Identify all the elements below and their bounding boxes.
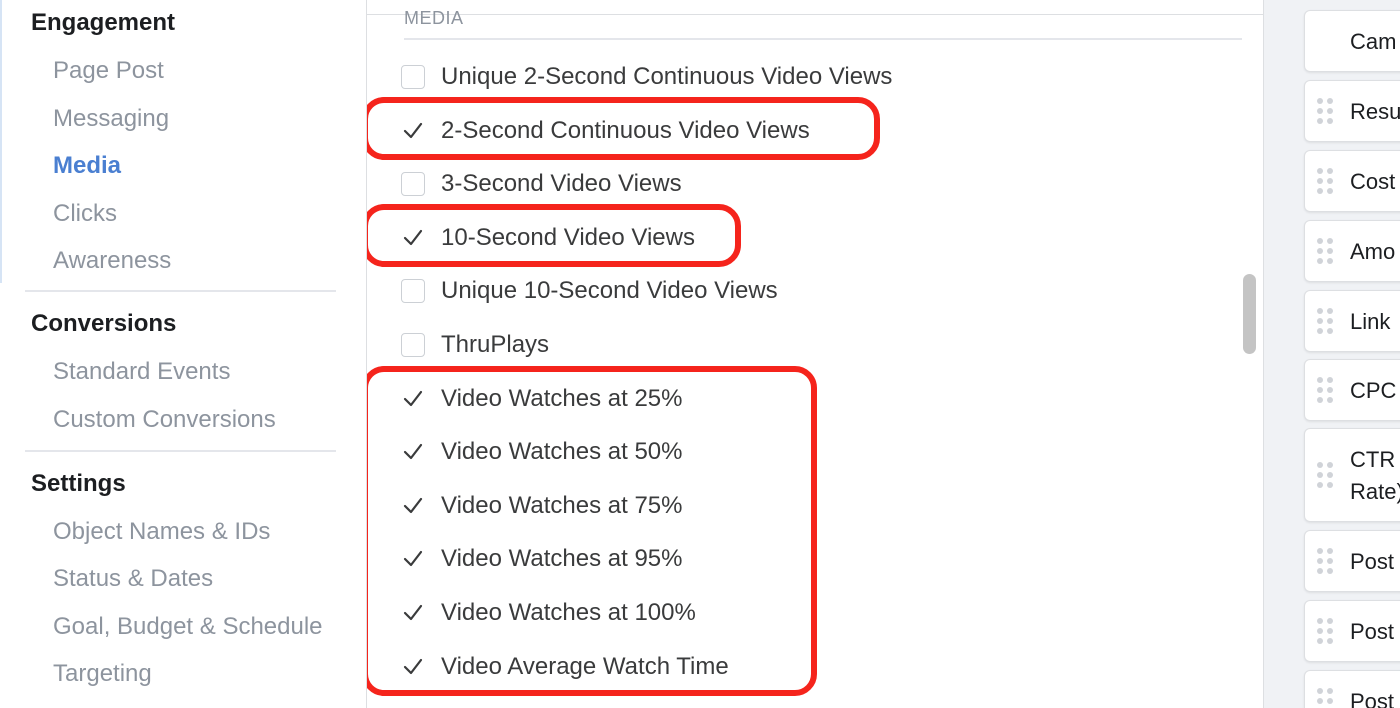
sidebar-accent-line: [0, 0, 2, 283]
metric-label: 10-Second Video Views: [441, 224, 695, 251]
metric-label: Video Watches at 50%: [441, 438, 683, 465]
metric-checkbox-row[interactable]: Video Average Watch Time: [401, 647, 729, 687]
sidebar-divider: [25, 290, 336, 292]
checkbox-checked[interactable]: [401, 601, 425, 625]
drag-handle-icon[interactable]: [1317, 98, 1333, 124]
drag-handle-icon[interactable]: [1317, 688, 1333, 708]
drag-handle-icon[interactable]: [1317, 462, 1333, 488]
column-card-label: Rate): [1350, 479, 1400, 504]
sidebar-item-media[interactable]: Media: [53, 152, 121, 180]
section-heading-conversions: Conversions: [31, 310, 177, 337]
sidebar-item-goal-budget-schedule[interactable]: Goal, Budget & Schedule: [53, 613, 323, 641]
sidebar-item-custom-conversions[interactable]: Custom Conversions: [53, 406, 276, 434]
column-card-label: CPC: [1350, 378, 1397, 403]
metric-checkbox-row[interactable]: 2-Second Continuous Video Views: [401, 111, 810, 151]
sidebar-item-standard-events[interactable]: Standard Events: [53, 358, 230, 386]
checkbox-checked[interactable]: [401, 547, 425, 571]
drag-handle-icon[interactable]: [1317, 168, 1333, 194]
metrics-checklist-panel: MEDIA Unique 2-Second Continuous Video V…: [367, 0, 1263, 708]
sidebar-item-awareness[interactable]: Awareness: [53, 247, 171, 275]
media-section-rule: [404, 38, 1242, 40]
checkbox-unchecked[interactable]: [401, 65, 425, 89]
selected-columns-panel: Cam Resu Cost Amo Link CPC CTR Rate) Post Post Pos…: [1264, 0, 1400, 708]
sidebar-item-clicks[interactable]: Clicks: [53, 200, 117, 228]
column-card[interactable]: CPC: [1304, 359, 1400, 421]
panel-top-rule: [367, 14, 1263, 15]
metric-checkbox-row[interactable]: 10-Second Video Views: [401, 218, 695, 258]
metric-checkbox-row[interactable]: 3-Second Video Views: [401, 164, 682, 204]
drag-handle-icon[interactable]: [1317, 548, 1333, 574]
metric-label: Video Watches at 25%: [441, 385, 683, 412]
sidebar-divider: [25, 450, 336, 452]
checkbox-checked[interactable]: [401, 494, 425, 518]
drag-handle-icon[interactable]: [1317, 618, 1333, 644]
drag-handle-icon[interactable]: [1317, 377, 1333, 403]
metric-checkbox-row[interactable]: Unique 2-Second Continuous Video Views: [401, 57, 892, 97]
column-card-label: Cost: [1350, 169, 1396, 194]
metric-label: Video Watches at 75%: [441, 492, 683, 519]
column-card-label: Post: [1350, 619, 1395, 644]
column-card-label: Cam: [1350, 29, 1397, 54]
metric-label: Video Watches at 95%: [441, 545, 683, 572]
scrollbar-thumb[interactable]: [1243, 274, 1256, 354]
checkbox-checked[interactable]: [401, 440, 425, 464]
checkbox-checked[interactable]: [401, 119, 425, 143]
column-card-label: Link: [1350, 309, 1391, 334]
column-card-label: Resu: [1350, 99, 1400, 124]
metric-label: ThruPlays: [441, 331, 550, 358]
checkbox-checked[interactable]: [401, 655, 425, 679]
metric-label: Unique 10-Second Video Views: [441, 277, 778, 304]
sidebar-item-targeting[interactable]: Targeting: [53, 660, 152, 688]
checkbox-unchecked[interactable]: [401, 172, 425, 196]
metric-checkbox-row[interactable]: Unique 10-Second Video Views: [401, 271, 778, 311]
column-card[interactable]: Post: [1304, 600, 1400, 662]
column-card[interactable]: Link: [1304, 290, 1400, 352]
checkbox-checked[interactable]: [401, 226, 425, 250]
column-card[interactable]: Post: [1304, 670, 1400, 708]
metric-checkbox-row[interactable]: Video Watches at 75%: [401, 486, 682, 526]
metric-checkbox-row[interactable]: Video Watches at 50%: [401, 432, 682, 472]
metric-label: Video Watches at 100%: [441, 599, 696, 626]
column-card[interactable]: Cost: [1304, 150, 1400, 212]
column-card[interactable]: Post: [1304, 530, 1400, 592]
sidebar-item-object-names-ids[interactable]: Object Names & IDs: [53, 518, 270, 546]
column-card-label: Post: [1350, 549, 1395, 574]
checkbox-unchecked[interactable]: [401, 279, 425, 303]
metric-checkbox-row[interactable]: Video Watches at 25%: [401, 379, 682, 419]
metric-label: Unique 2-Second Continuous Video Views: [441, 63, 893, 90]
metric-checkbox-row[interactable]: Video Watches at 100%: [401, 593, 696, 633]
column-card[interactable]: Amo: [1304, 220, 1400, 282]
column-card-label: Post: [1350, 689, 1395, 708]
column-card-label: Amo: [1350, 239, 1396, 264]
column-card[interactable]: Resu: [1304, 80, 1400, 142]
metric-label: Video Average Watch Time: [441, 653, 729, 680]
sidebar-item-page-post[interactable]: Page Post: [53, 57, 164, 85]
metric-label: 2-Second Continuous Video Views: [441, 117, 810, 144]
drag-handle-icon[interactable]: [1317, 238, 1333, 264]
section-heading-engagement: Engagement: [31, 9, 176, 36]
sidebar-item-messaging[interactable]: Messaging: [53, 105, 169, 133]
column-card-label: CTR: [1350, 447, 1396, 472]
column-card[interactable]: CTR Rate): [1304, 428, 1400, 522]
media-section-label: MEDIA: [404, 8, 464, 28]
metric-label: 3-Second Video Views: [441, 170, 682, 197]
column-card[interactable]: Cam: [1304, 10, 1400, 72]
metrics-sidebar: Engagement Page Post Messaging Media Cli…: [0, 0, 366, 708]
metric-checkbox-row[interactable]: Video Watches at 95%: [401, 539, 682, 579]
checkbox-checked[interactable]: [401, 387, 425, 411]
section-heading-settings: Settings: [31, 470, 126, 497]
drag-handle-icon[interactable]: [1317, 308, 1333, 334]
checkbox-unchecked[interactable]: [401, 333, 425, 357]
sidebar-item-status-dates[interactable]: Status & Dates: [53, 565, 213, 593]
metric-checkbox-row[interactable]: ThruPlays: [401, 325, 549, 365]
